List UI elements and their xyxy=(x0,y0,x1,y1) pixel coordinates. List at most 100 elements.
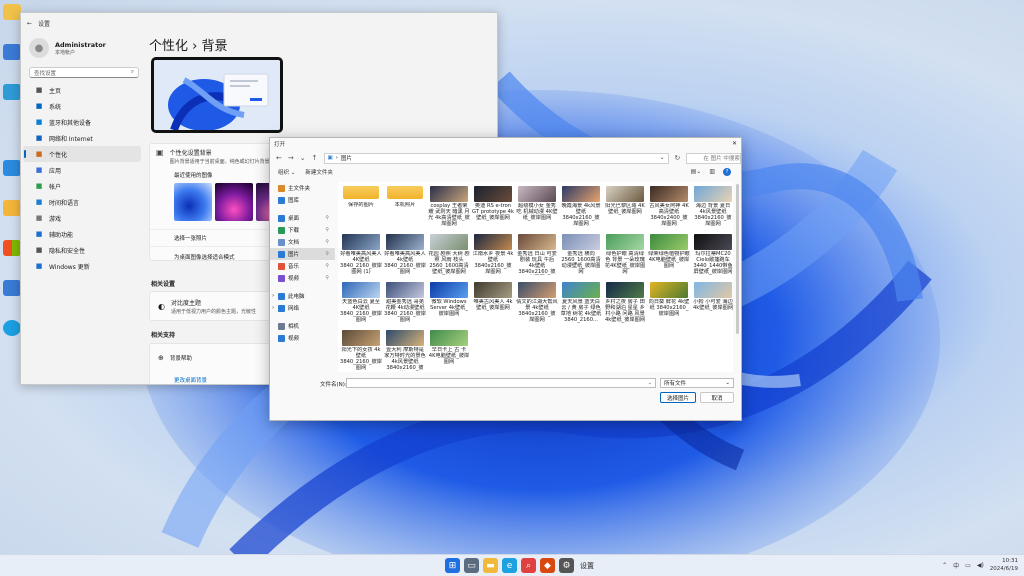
task-view-icon[interactable]: ▭ xyxy=(464,558,479,573)
file-item[interactable]: 超级模小女 金秀 吃 机械动漫 4K壁纸_彼岸图网 xyxy=(516,186,558,221)
desktop-pc-icon[interactable] xyxy=(3,44,21,60)
file-item[interactable]: 壹大利 摩斯特是家万特时光的景色 4k风景壁纸 3840x2160_彼岸... xyxy=(384,330,426,371)
sidebar-item[interactable]: ■ 隐私和安全性 xyxy=(23,242,141,258)
file-item[interactable]: 微软 Windows Server 4k壁纸_彼岸图网 xyxy=(428,282,470,317)
desktop-store-icon[interactable] xyxy=(3,240,21,256)
file-item[interactable]: 乡村之夜 房子 田野和湖泊 星星 乡村小路 问路 风景4k壁纸_彼岸图网 xyxy=(604,282,646,323)
forward-arrow-icon[interactable]: → xyxy=(288,154,294,162)
file-item[interactable]: 金秀远 日山 可爱 剧装 玩具 午后 4k壁纸 3840x2160_彼岸图网 xyxy=(516,234,558,275)
input-method-icon[interactable]: 中 xyxy=(953,561,959,570)
view-options-icon[interactable]: ▤⌄ xyxy=(691,168,702,176)
search-app-icon[interactable]: ⌕ xyxy=(521,558,536,573)
folder-item[interactable]: 本机照片 xyxy=(384,186,426,208)
refresh-icon[interactable]: ↻ xyxy=(675,154,681,162)
file-item[interactable]: 好看唯美高风美人 4K壁纸 3840_2160_彼岸图网 (1) xyxy=(340,234,382,275)
sidebar-item[interactable]: ■ 辅助功能 xyxy=(23,226,141,242)
pane-item[interactable]: 音乐 ⚲ xyxy=(270,260,335,272)
address-bar[interactable]: ▣ › 图片 ⌄ xyxy=(323,152,669,164)
pane-item[interactable]: 主文件夹 xyxy=(270,182,335,194)
file-item[interactable]: 古风美女阿神 4K高清壁纸 3840x2400_彼岸图网 xyxy=(648,186,690,227)
pane-item[interactable]: 桌面 ⚲ xyxy=(270,212,335,224)
pane-item[interactable]: 图库 xyxy=(270,194,335,206)
file-item[interactable]: 晚霞海景 4k风景壁纸 3840x2160_彼岸图网 xyxy=(560,186,602,227)
start-icon[interactable]: ⊞ xyxy=(445,558,460,573)
sidebar-item[interactable]: ■ 应用 xyxy=(23,162,141,178)
file-item[interactable]: 向日葵 鲜花 4k壁纸 3840x2160_彼岸图网 xyxy=(648,282,690,317)
pane-item[interactable]: 视频 ⚲ xyxy=(270,272,335,284)
folder-item[interactable]: 保存的图片 xyxy=(340,186,382,208)
expand-chevron-icon[interactable]: › xyxy=(272,305,274,311)
file-item[interactable]: 绿色护眼 高清绿色 背景 一朵玫瑰花4K壁纸_彼岸图网 xyxy=(604,234,646,275)
taskbar-app-label[interactable]: 设置 xyxy=(580,561,594,571)
file-explorer-icon[interactable]: ▬ xyxy=(483,558,498,573)
clock[interactable]: 10:31 2024/6/19 xyxy=(990,557,1018,573)
file-item[interactable]: 花园 剧照 大树 剧照 风雨 枝头 2560_1600高清壁纸_彼岸图网 xyxy=(428,234,470,275)
address-dropdown-icon[interactable]: ⌄ xyxy=(660,155,668,161)
pane-item[interactable]: 相机 xyxy=(270,320,335,332)
edge-icon[interactable]: e xyxy=(502,558,517,573)
file-item[interactable]: 阳光巴黎区域 4K壁纸_彼岸图网 xyxy=(604,186,646,215)
chevron-up-icon[interactable]: ⌃ xyxy=(942,562,947,569)
organize-button[interactable]: 组织 ⌄ xyxy=(278,168,295,176)
chevron-down-icon[interactable]: ⌄ xyxy=(300,154,306,162)
expand-chevron-icon[interactable]: › xyxy=(272,293,274,299)
sidebar-item[interactable]: ■ 游戏 xyxy=(23,210,141,226)
preview-pane-icon[interactable]: ▥ xyxy=(709,168,715,176)
pane-item[interactable]: 文档 ⚲ xyxy=(270,236,335,248)
cancel-button[interactable]: 取消 xyxy=(700,392,734,403)
file-item[interactable]: 唯美古风美人 4k壁纸_彼岸图网 xyxy=(472,282,514,311)
search-input[interactable]: 查找设置 ⌕ xyxy=(29,67,139,78)
file-item[interactable]: 天蓝色白云 夏至 4K壁纸 3840_2160_彼岸图网 xyxy=(340,282,382,323)
gear-icon[interactable]: ⚙ xyxy=(559,558,574,573)
desktop-edge-icon[interactable] xyxy=(3,160,21,176)
pane-item[interactable]: › 此电脑 xyxy=(270,290,335,302)
desktop-folder-icon[interactable] xyxy=(3,4,21,20)
volume-icon[interactable]: ◀) xyxy=(977,562,984,569)
recent-image-thumb[interactable] xyxy=(215,183,253,221)
sidebar-item[interactable]: ■ 个性化 xyxy=(23,146,141,162)
file-item[interactable]: 好看唯美高风美人 4k壁纸 3840_2160_彼岸图网 xyxy=(384,234,426,275)
pane-item[interactable]: 下载 ⚲ xyxy=(270,224,335,236)
office-icon[interactable]: ◆ xyxy=(540,558,555,573)
file-item[interactable]: 江南水乡 夜景 4k壁纸 3840x2160_彼岸图网 xyxy=(472,234,514,275)
filename-field[interactable]: ⌄ xyxy=(346,378,656,388)
file-item[interactable]: 绿荣绿色植物护眼4K电脑壁纸_彼岸图网 xyxy=(648,234,690,269)
desktop-network-icon[interactable] xyxy=(3,84,21,100)
help-icon[interactable]: ? xyxy=(723,168,731,176)
desktop-edge-icon-2[interactable] xyxy=(3,320,21,336)
open-button[interactable]: 选择图片 xyxy=(660,392,696,403)
close-icon[interactable]: ✕ xyxy=(732,140,737,147)
file-item[interactable]: 小狗 小可爱 海边 4k壁纸_彼岸图网 xyxy=(692,282,733,311)
file-item[interactable]: 海边 背景 夏日 4k风景壁纸 3840x2160_彼岸图网 xyxy=(692,186,733,227)
up-arrow-icon[interactable]: ↑ xyxy=(312,154,318,162)
breadcrumb-parent[interactable]: 个性化 xyxy=(149,39,188,54)
dialog-search-input[interactable]: 在 图片 中搜索 xyxy=(686,152,741,164)
sidebar-item[interactable]: ■ 网络和 Internet xyxy=(23,130,141,146)
sidebar-item[interactable]: ■ 帐户 xyxy=(23,178,141,194)
scrollbar[interactable] xyxy=(736,184,739,334)
filetype-select[interactable]: 所有文件 ⌄ xyxy=(660,378,734,388)
file-item[interactable]: cosplay 王者荣耀 武则天 暗黑 月光 4k高清壁纸_彼岸图网 xyxy=(428,186,470,227)
sidebar-item[interactable]: ■ Windows 更新 xyxy=(23,258,141,274)
chevron-down-icon[interactable]: ⌄ xyxy=(648,380,652,386)
sidebar-item[interactable]: ■ 蓝牙和其他设备 xyxy=(23,114,141,130)
file-item[interactable]: 倩文的江湖大帮风景 4k壁纸 3840x2160_彼岸图网 xyxy=(516,282,558,323)
sidebar-item[interactable]: ■ 系统 xyxy=(23,98,141,114)
file-item[interactable]: 夏天风景 蓝天白云 / 黄 房子 绿色草地 树花 4k壁纸 3840_2160.… xyxy=(560,282,602,323)
file-item[interactable]: 金秀远 横向 2560_1600高清动漫壁纸_彼岸图网 xyxy=(560,234,602,275)
sidebar-item[interactable]: ■ 主页 xyxy=(23,82,141,98)
recent-image-thumb[interactable] xyxy=(174,183,212,221)
sidebar-item[interactable]: ■ 时间和语言 xyxy=(23,194,141,210)
pane-item[interactable]: › 网络 xyxy=(270,302,335,314)
new-folder-button[interactable]: 新建文件夹 xyxy=(305,168,333,176)
file-item[interactable]: 甜美金秀远 哥弟 花鞭 4k动漫壁纸 3840_2160_彼岸图网 xyxy=(384,282,426,323)
monitor-icon[interactable]: ▭ xyxy=(965,562,971,569)
file-item[interactable]: 阳光下的女孩 4k壁纸 3840_2160_彼岸图网 xyxy=(340,330,382,371)
desktop-app-icon[interactable] xyxy=(3,200,21,216)
pane-item[interactable]: 视频 xyxy=(270,332,335,344)
desktop-app-icon-2[interactable] xyxy=(3,280,21,296)
file-item[interactable]: 早日卡上 古 卡 4K电脑壁纸_彼岸图网 xyxy=(428,330,470,365)
file-item[interactable]: 奥迪 RS e-tron GT prototype 4k壁纸_彼岸图网 xyxy=(472,186,514,221)
back-arrow-icon[interactable]: ← xyxy=(276,154,282,162)
back-arrow-icon[interactable]: ← xyxy=(27,20,32,27)
